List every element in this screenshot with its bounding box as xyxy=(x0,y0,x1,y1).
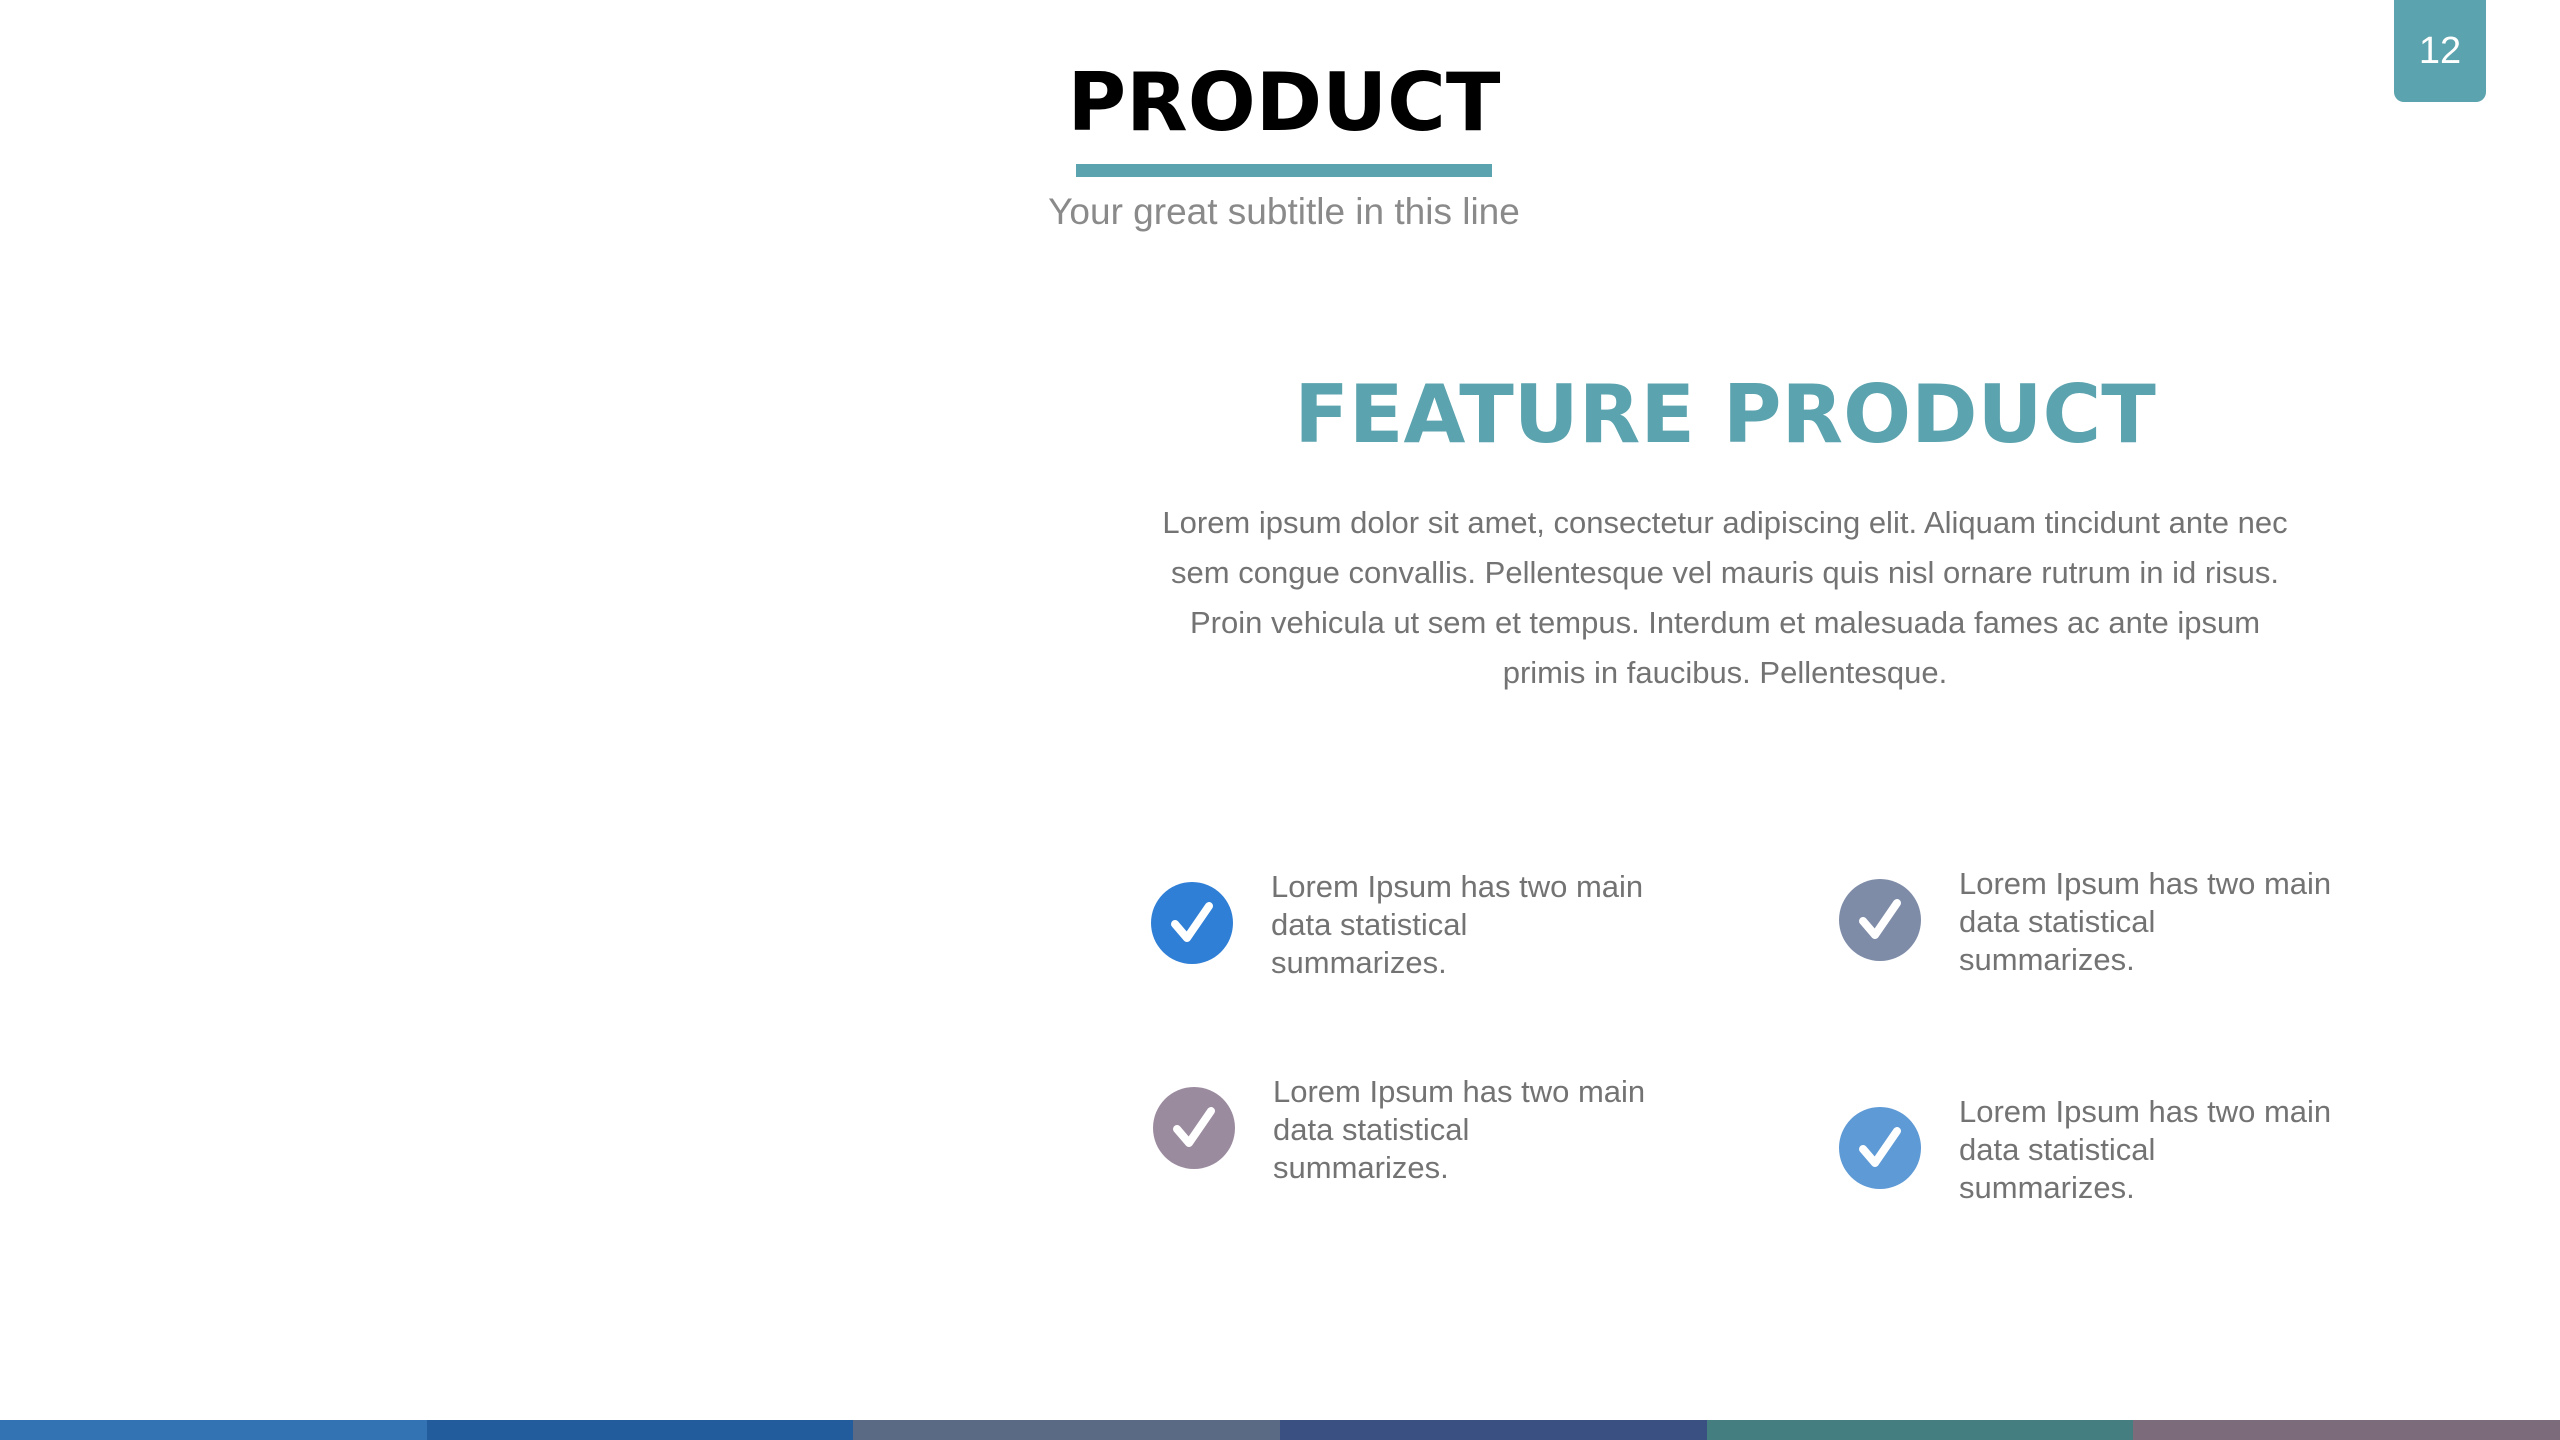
footer-color-segment xyxy=(426,1420,854,1440)
footer-color-segment xyxy=(1706,1420,2134,1440)
feature-title: FEATURE PRODUCT xyxy=(1294,368,2156,461)
slide: 12 PRODUCT Your great subtitle in this l… xyxy=(0,0,2560,1440)
page-subtitle: Your great subtitle in this line xyxy=(1048,191,1520,232)
checklist-item-2: Lorem Ipsum has two main data statistica… xyxy=(1839,866,2359,1009)
page-number: 12 xyxy=(2418,29,2462,72)
checklist-item-text: Lorem Ipsum has two main data statistica… xyxy=(1959,1094,2332,1205)
check-circle-icon xyxy=(1839,879,1921,961)
page-number-badge: 12 xyxy=(2394,0,2486,102)
title-underline xyxy=(1076,164,1492,177)
feature-description: Lorem ipsum dolor sit amet, consectetur … xyxy=(1162,505,2288,690)
footer-color-segment xyxy=(853,1420,1281,1440)
footer-color-segment xyxy=(2133,1420,2560,1440)
check-circle-icon xyxy=(1151,882,1233,964)
footer-color-segment xyxy=(0,1420,427,1440)
slide-header: PRODUCT Your great subtitle in this line xyxy=(880,48,1688,237)
page-title: PRODUCT xyxy=(1067,56,1501,149)
footer-color-segment xyxy=(1280,1420,1707,1440)
checklist-item-text: Lorem Ipsum has two main data statistica… xyxy=(1271,869,1644,980)
check-circle-icon xyxy=(1839,1107,1921,1189)
checklist-item-1: Lorem Ipsum has two main data statistica… xyxy=(1151,869,1671,1012)
checklist-item-text: Lorem Ipsum has two main data statistica… xyxy=(1273,1074,1646,1185)
check-circle-icon xyxy=(1153,1087,1235,1169)
checklist-item-3: Lorem Ipsum has two main data statistica… xyxy=(1153,1074,1673,1217)
checklist-item-4: Lorem Ipsum has two main data statistica… xyxy=(1839,1094,2359,1237)
footer-color-bar xyxy=(0,1420,2560,1440)
checklist-item-text: Lorem Ipsum has two main data statistica… xyxy=(1959,866,2332,977)
